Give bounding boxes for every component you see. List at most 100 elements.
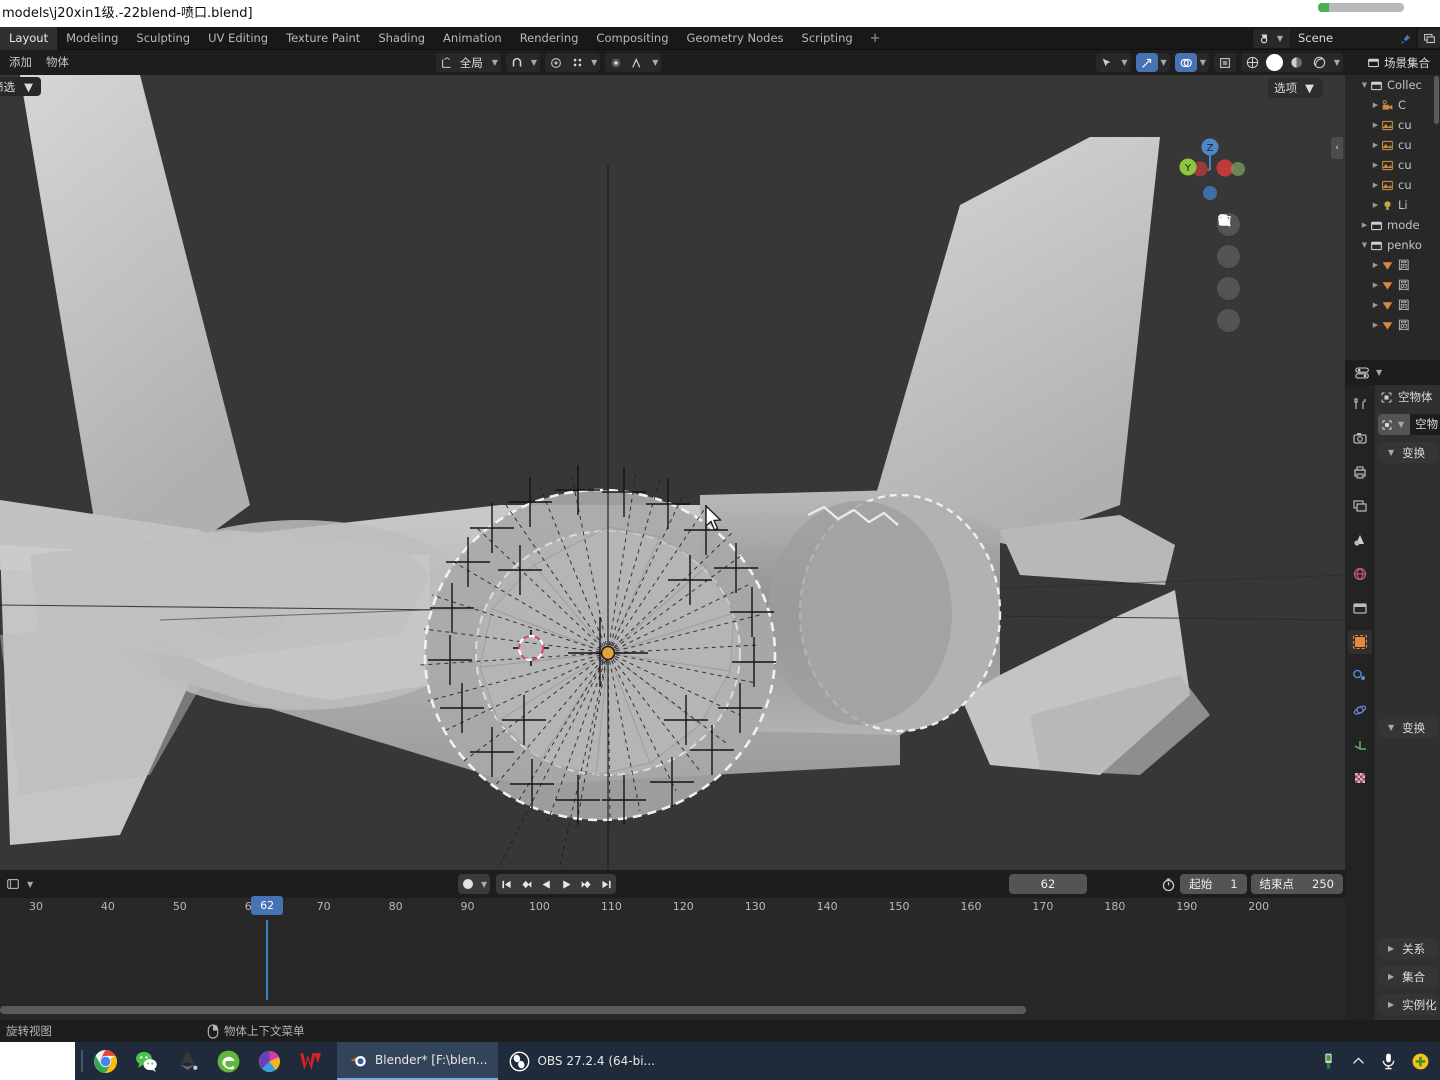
panel-transform[interactable]: ▼ 变换 xyxy=(1379,442,1438,463)
panel-relations-header[interactable]: ▶ 关系 xyxy=(1379,938,1438,959)
tab-layout[interactable]: Layout xyxy=(0,27,58,50)
physics-tab[interactable] xyxy=(1348,698,1372,722)
play-button[interactable] xyxy=(556,874,576,894)
current-frame-field[interactable]: 62 xyxy=(1009,874,1087,894)
properties-tab-strip[interactable] xyxy=(1345,385,1375,1020)
shading-rendered-button[interactable] xyxy=(1308,53,1331,72)
view-layer-tab[interactable] xyxy=(1348,494,1372,518)
frame-start-field[interactable]: 起始 1 xyxy=(1180,874,1247,894)
panel-delta-transform[interactable]: ▼ 变换 xyxy=(1379,717,1438,738)
tab-rendering[interactable]: Rendering xyxy=(511,27,588,50)
timeline-editor-type[interactable]: ▼ xyxy=(0,877,36,891)
dots-grid-icon[interactable] xyxy=(567,53,588,72)
usb-icon[interactable] xyxy=(1319,1052,1338,1071)
chevron-down-icon[interactable]: ▼ xyxy=(588,58,600,67)
panel-transform-header[interactable]: ▼ 变换 xyxy=(1379,442,1438,463)
chevron-down-icon[interactable]: ▼ xyxy=(478,880,490,889)
viewport-canvas[interactable]: Z Y ‹ xyxy=(0,75,1345,870)
xray-toggle[interactable] xyxy=(1213,53,1236,72)
chevron-right-icon[interactable]: ▶ xyxy=(1359,221,1370,229)
chevron-right-icon[interactable]: ▶ xyxy=(1370,281,1381,289)
chevron-right-icon[interactable]: ▶ xyxy=(1370,261,1381,269)
chevron-up-icon[interactable] xyxy=(1351,1054,1366,1069)
chevron-down-icon[interactable]: ▼ xyxy=(1359,241,1370,249)
transform-orientation-dropdown[interactable]: 全局 ▼ xyxy=(435,53,501,72)
constraints-tab[interactable] xyxy=(1348,732,1372,756)
chevron-down-icon[interactable]: ▼ xyxy=(1118,58,1130,67)
view-layer-selector[interactable] xyxy=(1418,29,1440,48)
render-tab[interactable] xyxy=(1348,426,1372,450)
tab-texture-paint[interactable]: Texture Paint xyxy=(277,27,369,50)
chevron-right-icon[interactable]: ▶ xyxy=(1370,321,1381,329)
modifiers-tab[interactable] xyxy=(1348,664,1372,688)
outliner-row[interactable]: ▼ penko xyxy=(1345,235,1440,255)
gizmo-toggle-group[interactable]: ▼ xyxy=(1135,53,1170,72)
taskbar-icon-inkscape[interactable] xyxy=(174,1048,200,1074)
microphone-icon[interactable] xyxy=(1379,1052,1398,1071)
prev-keyframe-button[interactable] xyxy=(516,874,536,894)
output-tab[interactable] xyxy=(1348,460,1372,484)
pan-button[interactable] xyxy=(1217,215,1240,268)
panel-relations[interactable]: ▶ 关系 xyxy=(1379,938,1438,959)
tab-animation[interactable]: Animation xyxy=(434,27,511,50)
start-button[interactable] xyxy=(0,1042,75,1080)
object-tab[interactable] xyxy=(1348,630,1372,654)
visibility-dropdown[interactable]: ▼ xyxy=(1096,53,1131,72)
properties-editor-icon[interactable] xyxy=(1355,366,1370,380)
tab-scripting[interactable]: Scripting xyxy=(793,27,862,50)
outliner-row[interactable]: ▼ Collec xyxy=(1345,75,1440,95)
auto-keying-group[interactable]: ▼ xyxy=(458,874,491,894)
overlays-icon[interactable] xyxy=(1174,53,1197,72)
panel-instancing-header[interactable]: ▶ 实例化 xyxy=(1379,994,1438,1015)
record-button[interactable] xyxy=(458,874,478,894)
object-name-field[interactable]: 空物 xyxy=(1410,414,1440,435)
chevron-down-icon[interactable]: ▼ xyxy=(528,58,540,67)
tab-sculpting[interactable]: Sculpting xyxy=(127,27,199,50)
scene-browse-button[interactable]: ▼ xyxy=(1252,29,1290,48)
falloff-dot-icon[interactable] xyxy=(605,53,627,72)
camera-view-button[interactable] xyxy=(1217,214,1240,300)
proportional-circle-icon[interactable] xyxy=(545,53,567,72)
filter-dropdown[interactable]: 筛选 ▼ xyxy=(0,77,41,96)
taskbar-icon-chrome[interactable] xyxy=(92,1048,118,1074)
chevron-down-icon[interactable]: ▼ xyxy=(1158,58,1170,67)
chevron-right-icon[interactable]: ▶ xyxy=(1370,181,1381,189)
viewport-axis-gizmo[interactable]: Z Y xyxy=(1170,130,1250,210)
taskbar-icon-wechat[interactable] xyxy=(133,1048,159,1074)
sidebar-collapse-arrow[interactable]: ‹ xyxy=(1331,137,1343,159)
object-type-icon-button[interactable]: ▼ xyxy=(1378,414,1411,435)
update-icon[interactable] xyxy=(1411,1052,1430,1071)
outliner-row[interactable]: ▶ 圆 xyxy=(1345,255,1440,275)
timeline-track-area[interactable] xyxy=(0,920,1345,1000)
tool-tab[interactable] xyxy=(1348,392,1372,416)
toggle-ortho-button[interactable] xyxy=(1217,216,1240,332)
shading-solid-button[interactable] xyxy=(1265,54,1283,71)
collection-tab[interactable] xyxy=(1348,596,1372,620)
panel-collections[interactable]: ▶ 集合 xyxy=(1379,966,1438,987)
chevron-down-icon[interactable]: ▼ xyxy=(1373,368,1385,377)
taskbar-icon-edge-legacy[interactable] xyxy=(215,1048,241,1074)
chevron-down-icon[interactable]: ▼ xyxy=(1359,81,1370,89)
chevron-down-icon[interactable]: ▼ xyxy=(1331,58,1343,67)
taskbar-window-obs[interactable]: OBS 27.2.4 (64-bi... xyxy=(498,1042,666,1080)
jump-to-start-button[interactable] xyxy=(496,874,516,894)
chevron-right-icon[interactable]: ▶ xyxy=(1370,201,1381,209)
texture-tab[interactable] xyxy=(1348,766,1372,790)
outliner-row[interactable]: ▶ cu xyxy=(1345,115,1440,135)
xray-icon[interactable] xyxy=(1214,53,1236,72)
shading-mode-group[interactable]: ▼ xyxy=(1240,53,1343,72)
outliner-row[interactable]: ▶ Li xyxy=(1345,195,1440,215)
scene-tab[interactable] xyxy=(1348,528,1372,552)
chevron-right-icon[interactable]: ▶ xyxy=(1370,141,1381,149)
timeline-horizontal-scrollbar[interactable] xyxy=(0,1006,1345,1014)
outliner-row[interactable]: ▶ cu xyxy=(1345,175,1440,195)
chevron-right-icon[interactable]: ▶ xyxy=(1370,301,1381,309)
magnet-icon[interactable] xyxy=(506,53,528,72)
outliner-row[interactable]: ▶ C xyxy=(1345,95,1440,115)
tab-uv-editing[interactable]: UV Editing xyxy=(199,27,277,50)
outliner-scrollbar[interactable] xyxy=(1434,76,1439,124)
menu-add[interactable]: 添加 xyxy=(2,50,39,75)
scene-selector[interactable]: ▼ Scene xyxy=(1252,29,1416,48)
outliner-row[interactable]: ▶ 圆 xyxy=(1345,295,1440,315)
timeline-playhead[interactable]: 62 xyxy=(251,896,284,1000)
